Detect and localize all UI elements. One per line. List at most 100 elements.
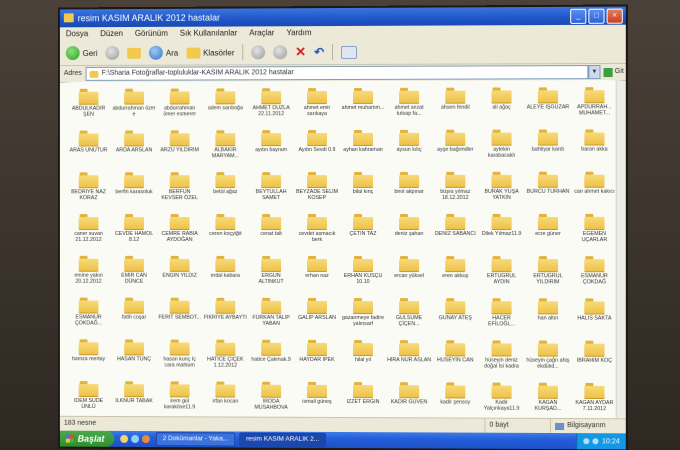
folder-item[interactable]: HASAN TUNÇ — [111, 337, 157, 379]
go-button[interactable]: Git — [601, 66, 626, 78]
quick-launch-icon[interactable] — [131, 434, 140, 443]
folder-item[interactable]: ESMANUR ÇOKDAĞ — [571, 254, 618, 296]
folder-item[interactable]: aydın bayram — [248, 128, 294, 170]
folder-item[interactable]: hüseyin çağrı ahiş ekdülıd... — [525, 338, 571, 380]
folder-item[interactable]: BEYZADE SELİM KOSEP — [294, 170, 340, 212]
folder-item[interactable]: aysun kılıç — [386, 128, 432, 170]
folder-item[interactable]: erdal kabara — [202, 254, 248, 296]
folder-item[interactable]: KAĞAN AYDAR 7.11.2012 — [571, 381, 618, 423]
folder-item[interactable]: CEMRE RABİA AYDOĞAN — [157, 212, 203, 254]
folder-item[interactable]: ENGİN YILDIZ — [157, 254, 203, 296]
taskbar-button[interactable]: 2 Dokümanlar - Yaka... — [155, 432, 236, 447]
folder-item[interactable]: can ahmet kakıcı — [571, 170, 618, 212]
search-button[interactable]: Ara — [149, 45, 178, 60]
folder-item[interactable]: deniz şahan — [386, 212, 432, 254]
folder-item[interactable]: birol akpınar — [386, 170, 432, 212]
menu-duzen[interactable]: Düzen — [100, 27, 123, 41]
folder-item[interactable]: HİRA NUR ASLAN — [386, 338, 432, 380]
undo-icon[interactable]: ↶ — [314, 45, 324, 59]
folder-item[interactable]: hamza mertay — [66, 337, 111, 379]
folder-item[interactable]: berfin karasoluk — [111, 170, 157, 212]
folder-item[interactable]: cevdet asmacık berk — [294, 212, 340, 254]
folder-item[interactable]: büşra yılmaz 18.12.2012 — [432, 170, 478, 212]
folder-item[interactable]: baran akka — [571, 127, 618, 169]
folder-item[interactable]: EGEMEN UÇARLAR — [571, 212, 618, 254]
folder-item[interactable]: İBRAHİM KOÇ — [571, 339, 618, 381]
folder-item[interactable]: BEYTULLAH SAMET — [248, 170, 294, 212]
folder-item[interactable]: aytekin karabacaklı — [478, 128, 524, 170]
start-button[interactable]: Başlat — [59, 430, 115, 447]
folder-item[interactable]: gazanmeye fadire yalınsarf — [340, 296, 386, 338]
folder-item[interactable]: ceren koçyiğit — [202, 212, 248, 254]
address-dropdown[interactable]: ▼ — [588, 65, 601, 80]
copy-to-button[interactable] — [273, 45, 288, 60]
folder-item[interactable]: kadir şensoy — [432, 380, 478, 422]
taskbar-button-active[interactable]: resim KASIM ARALIK 2... — [239, 432, 327, 447]
folder-item[interactable]: caner suvan 21.12.2012 — [66, 212, 111, 254]
tray-icon[interactable] — [583, 438, 590, 445]
menu-araclar[interactable]: Araçlar — [249, 26, 274, 40]
folder-item[interactable]: KAĞAN KURŞAD... — [525, 381, 571, 423]
folder-item[interactable]: ercan yüksel — [386, 254, 432, 296]
menu-sik-kullanilanlar[interactable]: Sık Kullanılanlar — [180, 26, 237, 40]
folder-item[interactable]: BURCU TURHAN — [525, 170, 571, 212]
folder-item[interactable]: İDEM SUDE ÜNLÜ — [66, 379, 111, 421]
folders-button[interactable]: Klasörler — [186, 47, 234, 59]
folder-item[interactable]: ALEYE İŞGÜZAR — [525, 85, 571, 127]
forward-button[interactable] — [105, 45, 120, 60]
folder-item[interactable]: han altın — [525, 296, 571, 338]
folder-item[interactable]: GÜLSÜME ÇİÇEN... — [386, 296, 432, 338]
folder-item[interactable]: Kadir Yalçınkaya11.9 — [478, 380, 524, 422]
tray-icon[interactable] — [592, 438, 599, 445]
folder-item[interactable]: hatice Çakmak.9 — [248, 338, 294, 380]
folder-item[interactable]: eren akkuş — [432, 254, 478, 296]
menu-dosya[interactable]: Dosya — [66, 27, 88, 41]
maximize-button[interactable]: □ — [588, 8, 605, 24]
folder-item[interactable]: HAYDAR İPEK — [294, 338, 340, 380]
folder-item[interactable]: ecre güner — [525, 212, 571, 254]
folder-item[interactable]: ERHAN KUSÇU 10.10 — [340, 254, 386, 296]
quick-launch-icon[interactable] — [141, 435, 150, 444]
move-to-button[interactable] — [251, 45, 266, 60]
folder-item[interactable]: CEVDE HAMOL 8.12 — [111, 212, 157, 254]
close-button[interactable]: × — [606, 8, 623, 24]
folder-item[interactable]: ABDULKADİR ŞEN — [66, 87, 111, 129]
address-field[interactable]: F:\Sharia Fotoğraflar-topluluklar-KASIM … — [85, 65, 589, 81]
folder-item[interactable]: FIKRİYE AYBAYTI — [202, 296, 248, 338]
folder-item[interactable]: ahmet sezat tutsap fa... — [386, 86, 432, 128]
folder-item[interactable]: abdurrahman ömer esmerer — [157, 86, 203, 128]
folder-item[interactable]: DENİZ SABANCI — [432, 212, 478, 254]
folder-item[interactable]: HACER EFİLOĞL... — [478, 296, 524, 338]
folder-item[interactable]: HALİS SAKTA — [571, 296, 618, 338]
folder-item[interactable]: ERGUN ALTINKUT — [248, 254, 294, 296]
folder-item[interactable]: ÇETİN TAZ — [340, 212, 386, 254]
minimize-button[interactable]: _ — [570, 8, 587, 24]
folder-item[interactable]: HÜSEYİN CAN — [432, 338, 478, 380]
views-button[interactable] — [341, 45, 358, 59]
folder-item[interactable]: HATİCE ÇİÇEK 1.12.2012 — [202, 338, 248, 380]
folder-item[interactable]: ayşe bağımdler — [432, 128, 478, 170]
folder-item[interactable]: ahsen fendil — [432, 86, 478, 128]
folder-item[interactable]: BEDRİYE NAZ KORAZ — [66, 170, 111, 212]
quick-launch-icon[interactable] — [120, 434, 129, 443]
folder-item[interactable]: ARZU YILDIRIM — [157, 128, 203, 170]
folder-item[interactable]: irem gül karaköse11.9 — [157, 379, 203, 421]
folder-item[interactable]: emine yakın 20.12.2012 — [66, 254, 111, 296]
folder-item[interactable]: EMİR CAN DÜNCE — [111, 254, 157, 296]
folder-item[interactable]: ahmet muhamm... — [340, 86, 386, 128]
folder-item[interactable]: FURKAN TALİP YABAN — [248, 296, 294, 338]
folder-item[interactable]: abdurrahman özer e — [111, 87, 157, 129]
delete-icon[interactable]: ✕ — [295, 44, 306, 60]
folder-item[interactable]: adem sarıboğa — [202, 86, 248, 128]
folder-item[interactable]: ERTUĞRUL YILDIRIM — [525, 254, 571, 296]
folder-item[interactable]: KADİR GÜVEN — [386, 380, 432, 422]
folder-item[interactable]: ESMANUR ÇOKDAĞ... — [66, 296, 111, 338]
folder-item[interactable]: bahtiyar kardı — [525, 127, 571, 169]
folder-item[interactable]: GALİP ARSLAN — [294, 296, 340, 338]
folder-item[interactable]: hilal yıl — [340, 338, 386, 380]
folder-item[interactable]: İRODA MUSAHBOVA — [248, 380, 294, 422]
folder-item[interactable]: ismail güneş — [294, 380, 340, 422]
folder-item[interactable]: hasan kunç İç cara mahlum — [157, 338, 203, 380]
folder-item[interactable]: ERTUĞRUL AYDIN — [478, 254, 524, 296]
folder-item[interactable]: ARAS UNUTUR — [66, 129, 111, 171]
